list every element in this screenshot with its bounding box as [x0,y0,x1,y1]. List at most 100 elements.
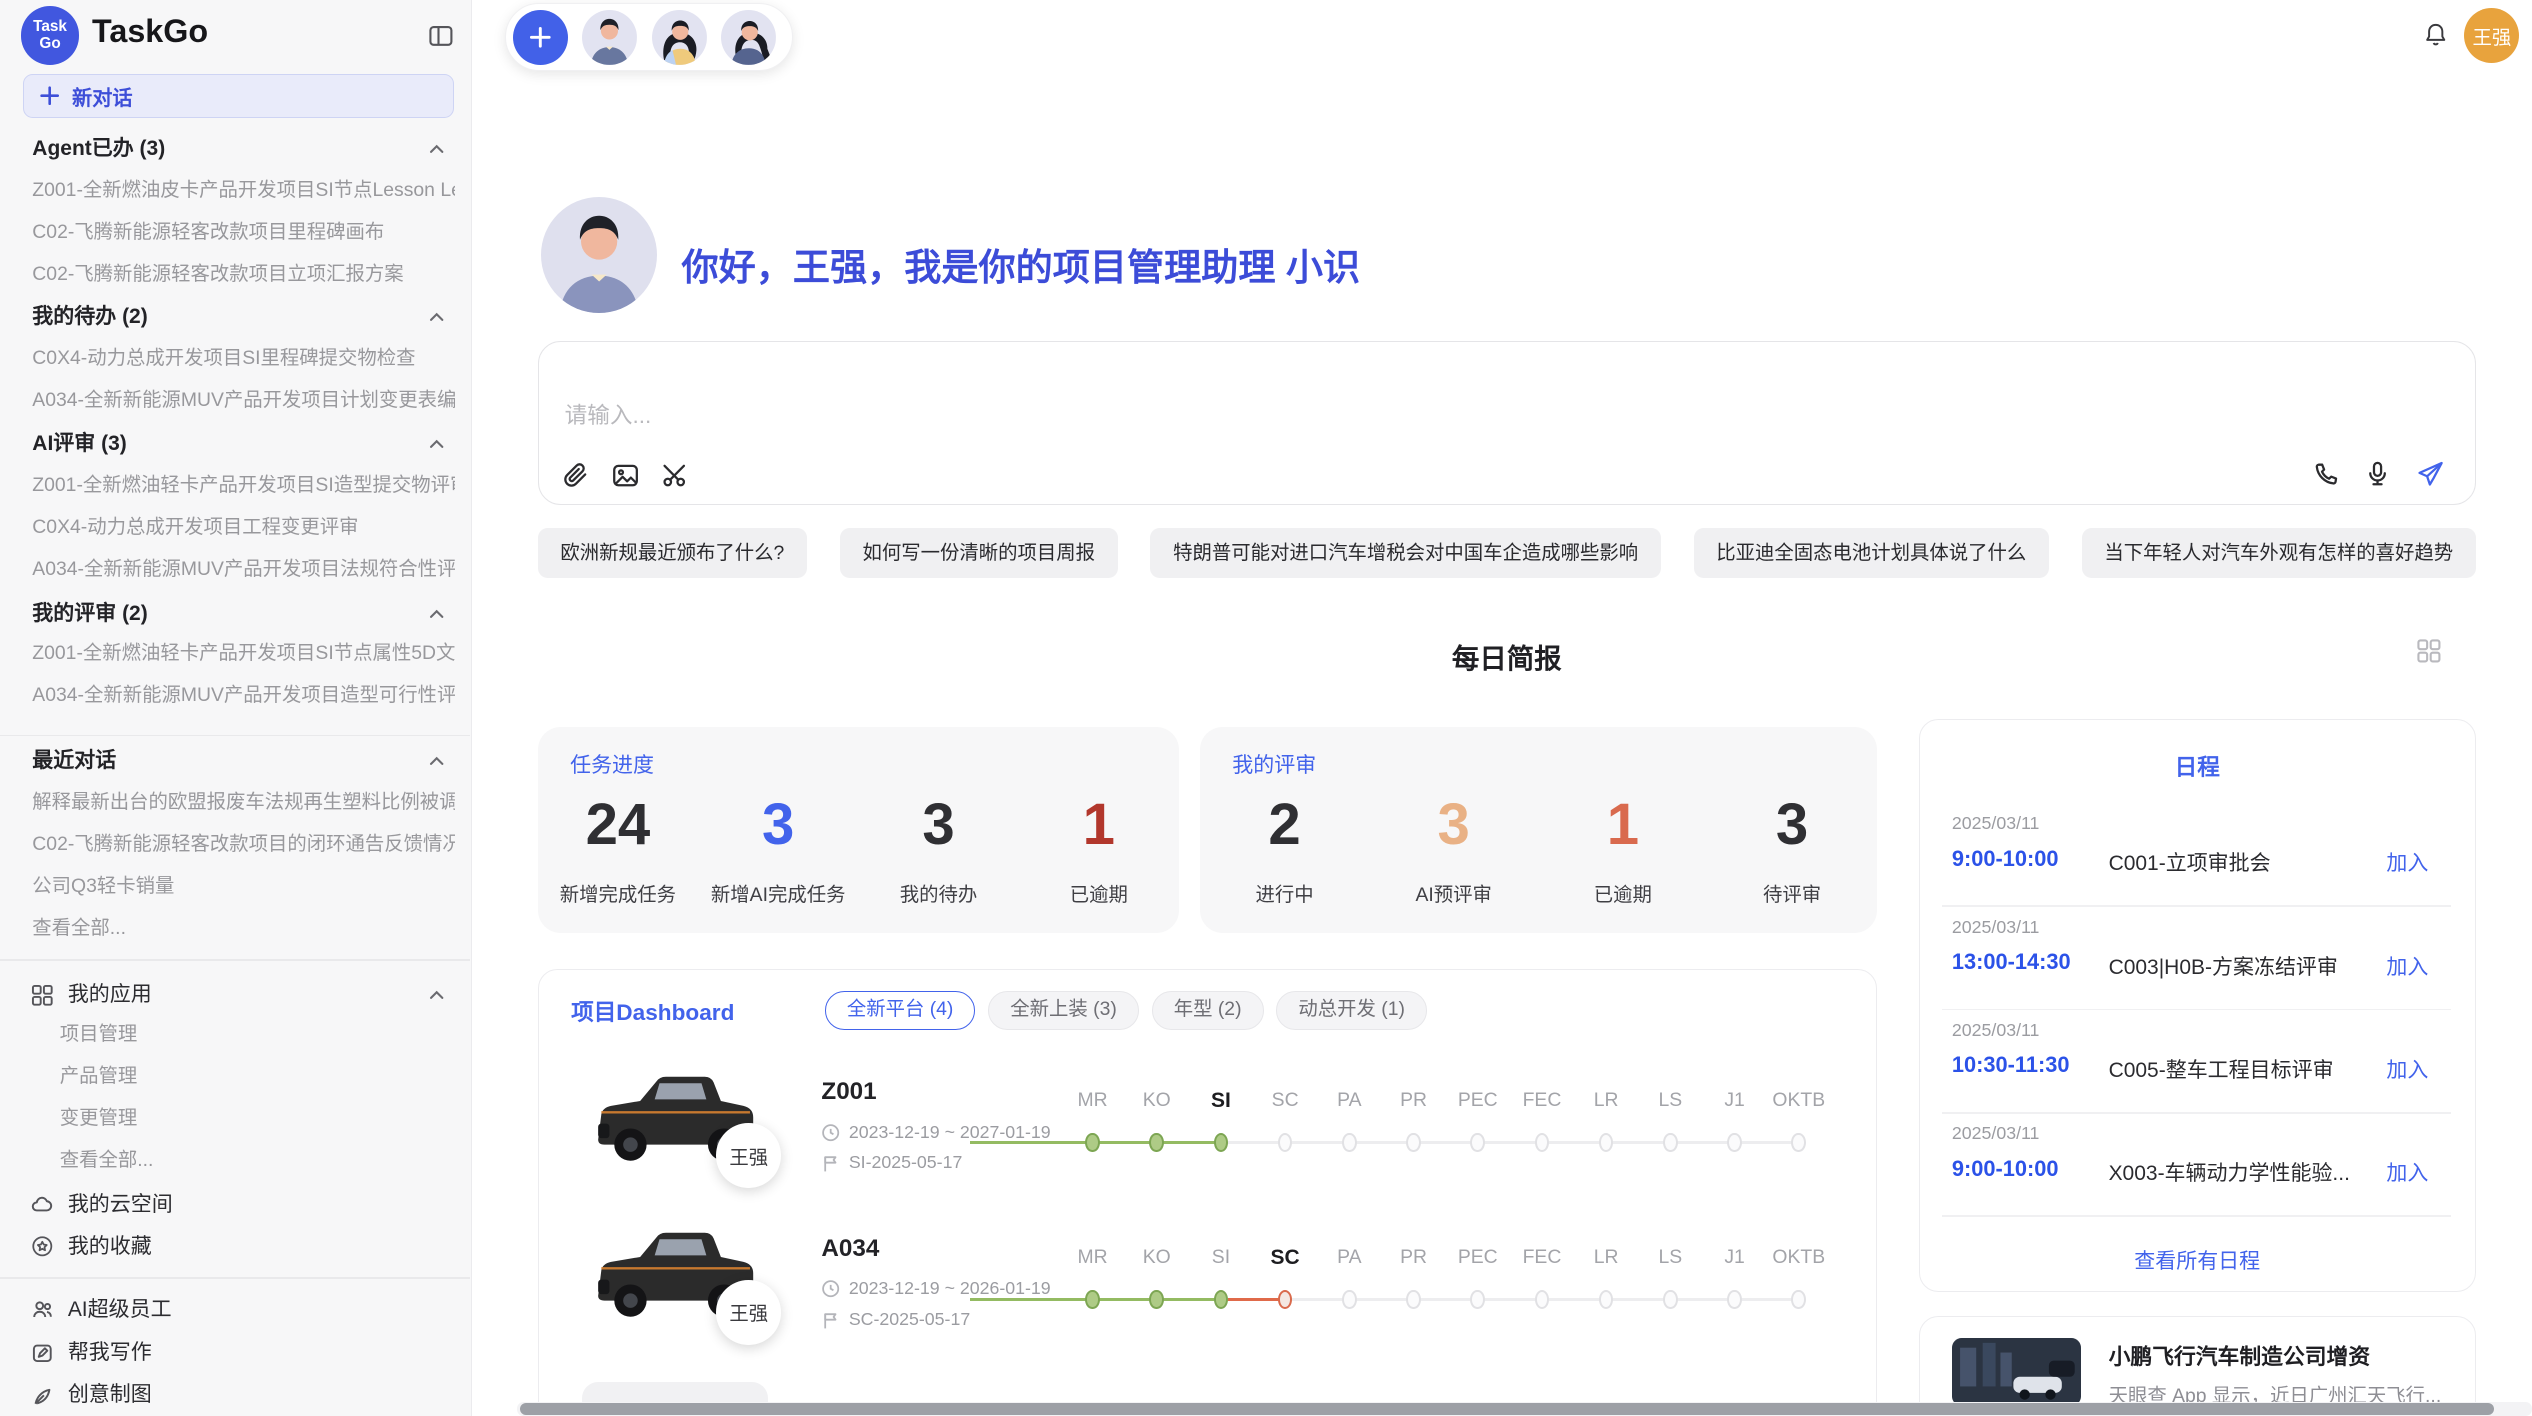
news-image [1952,1338,2081,1406]
send-icon[interactable] [2415,459,2446,490]
milestone-label-current: SI [1189,1089,1253,1113]
view-all-chats[interactable]: 查看全部... [32,908,455,950]
milestone-label-current: SC [1253,1246,1317,1270]
sidebar-item-my-apps[interactable]: 我的应用 [31,974,454,1016]
sidebar-item-creative-draw[interactable]: 创意制图 [31,1374,454,1416]
join-button[interactable]: 加入 [2386,847,2428,877]
list-item[interactable]: A034-全新新能源MUV产品开发项目计划变更表编写 [32,380,455,422]
suggestion-chip[interactable]: 当下年轻人对汽车外观有怎样的喜好趋势 [2082,528,2476,578]
suggestion-chip[interactable]: 特朗普可能对进口汽车增税会对中国车企造成哪些影响 [1150,528,1660,578]
sidebar-item-help-write[interactable]: 帮我写作 [31,1332,454,1374]
stat-label: 已逾期 [1538,879,1707,907]
divider [0,959,470,961]
app-item-project-mgmt[interactable]: 项目管理 [60,1014,456,1056]
avatar[interactable] [652,10,707,65]
project-code: Z001 [821,1078,876,1106]
section-recent-chats[interactable]: 最近对话 [32,740,420,782]
chat-input[interactable] [565,403,1696,429]
team-pill [505,3,792,71]
plus-icon [40,86,59,105]
join-button[interactable]: 加入 [2386,1054,2428,1084]
join-button[interactable]: 加入 [2386,1157,2428,1187]
sidebar-item-ai-employee[interactable]: AI超级员工 [31,1289,454,1331]
scissors-icon[interactable] [661,461,690,490]
stat-label: 已逾期 [1019,879,1179,907]
stat-label: 我的待办 [858,879,1018,907]
list-item[interactable]: C02-飞腾新能源轻客改款项目立项汇报方案 [32,254,455,296]
avatar[interactable] [721,10,776,65]
schedule-item: 2025/03/11 10:30-11:30 C005-整车工程目标评审 加入 [1920,1010,2474,1113]
sidebar-item-favorites[interactable]: 我的收藏 [31,1226,454,1268]
sidebar-collapse-icon[interactable] [425,19,457,51]
phone-icon[interactable] [2312,460,2341,489]
stat-label: 新增完成任务 [538,879,698,907]
chevron-up-icon[interactable] [427,434,446,453]
stat-value: 24 [538,791,698,859]
new-chat-button[interactable]: 新对话 [23,74,454,118]
list-item[interactable]: C02-飞腾新能源轻客改款项目里程碑画布 [32,212,455,254]
app-item-change-mgmt[interactable]: 变更管理 [60,1098,456,1140]
chevron-up-icon[interactable] [427,604,446,623]
clock-icon [821,1279,840,1298]
list-item[interactable]: C0X4-动力总成开发项目工程变更评审 [32,507,455,549]
sidebar-item-cloud-space[interactable]: 我的云空间 [31,1184,454,1226]
suggestion-chips: 欧洲新规最近颁布了什么? 如何写一份清晰的项目周报 特朗普可能对进口汽车增税会对… [538,528,2476,578]
suggestion-chip[interactable]: 比亚迪全固态电池计划具体说了什么 [1694,528,2049,578]
image-icon[interactable] [611,461,640,490]
suggestion-chip[interactable]: 如何写一份清晰的项目周报 [840,528,1118,578]
mic-icon[interactable] [2363,460,2392,489]
join-button[interactable]: 加入 [2386,951,2428,981]
paperclip-icon[interactable] [561,461,590,490]
tab-upfit[interactable]: 全新上装 (3) [988,991,1139,1030]
list-item[interactable]: C0X4-动力总成开发项目SI里程碑提交物检查 [32,338,455,380]
view-all-schedule-link[interactable]: 查看所有日程 [1920,1245,2475,1275]
schedule-card: 日程 2025/03/11 9:00-10:00 C001-立项审批会 加入 2… [1919,719,2476,1292]
project-row[interactable]: 王强 A034 2023-12-19 ~ 2026-01-19 SC-2025-… [539,1215,1877,1372]
tab-powertrain[interactable]: 动总开发 (1) [1276,991,1427,1030]
divider [0,735,470,737]
sidebar-item-label: 我的收藏 [68,1226,152,1268]
user-avatar[interactable]: 王强 [2464,8,2519,63]
milestone-label: PEC [1446,1089,1510,1113]
add-member-button[interactable] [513,10,568,65]
chevron-up-icon[interactable] [427,307,446,326]
list-item[interactable]: Z001-全新燃油皮卡产品开发项目SI节点Lesson Learn报告 [32,170,455,212]
stat: 2进行中 [1200,791,1369,906]
section-ai-review[interactable]: AI评审 (3) [32,423,420,465]
list-item[interactable]: 解释最新出台的欧盟报废车法规再生塑料比例被调至15%... [32,782,455,824]
tab-model-year[interactable]: 年型 (2) [1152,991,1264,1030]
bell-icon[interactable] [2422,21,2449,50]
greeting-text: 你好，王强，我是你的项目管理助理 小识 [682,237,1361,291]
list-item[interactable]: 公司Q3轻卡销量 [32,866,455,908]
chevron-up-icon[interactable] [427,751,446,770]
list-item[interactable]: A034-全新新能源MUV产品开发项目法规符合性评审 [32,549,455,591]
people-icon [31,1298,54,1321]
avatar[interactable] [582,10,637,65]
divider [1942,1215,2451,1217]
suggestion-chip[interactable]: 欧洲新规最近颁布了什么? [538,528,807,578]
stat: 1已逾期 [1538,791,1707,906]
chevron-up-icon[interactable] [427,139,446,158]
logo-text-top: Task [33,19,67,35]
section-my-review[interactable]: 我的评审 (2) [32,593,420,635]
project-dates: 2023-12-19 ~ 2026-01-19 [821,1278,1050,1299]
flag-icon [821,1310,840,1329]
chevron-up-icon[interactable] [427,985,446,1004]
list-item[interactable]: A034-全新新能源MUV产品开发项目造型可行性评审 [32,675,455,717]
milestone-dot-overdue [1278,1290,1293,1309]
project-row[interactable]: 王强 Z001 2023-12-19 ~ 2027-01-19 SI-2025-… [539,1059,1877,1216]
dashboard-grid-icon[interactable] [2416,638,2442,664]
stat-label: 新增AI完成任务 [698,879,858,907]
list-item[interactable]: Z001-全新燃油轻卡产品开发项目SI造型提交物评审 [32,465,455,507]
taskgo-logo: Task Go [21,6,79,64]
view-all-apps[interactable]: 查看全部... [60,1140,456,1182]
list-item[interactable]: C02-飞腾新能源轻客改款项目的闭环通告反馈情况 [32,824,455,866]
tab-platform[interactable]: 全新平台 (4) [825,991,976,1030]
milestone-timeline: MR KO SI SC PA PR PEC FEC LR LS J1 OKTB [1060,1215,1830,1372]
app-item-product-mgmt[interactable]: 产品管理 [60,1056,456,1098]
section-my-todo[interactable]: 我的待办 (2) [32,296,420,338]
horizontal-scrollbar-thumb[interactable] [520,1403,2494,1414]
owner-name: 王强 [729,1298,768,1326]
section-agent-done[interactable]: Agent已办 (3) [32,128,420,170]
list-item[interactable]: Z001-全新燃油轻卡产品开发项目SI节点属性5D文件评审 [32,633,455,675]
